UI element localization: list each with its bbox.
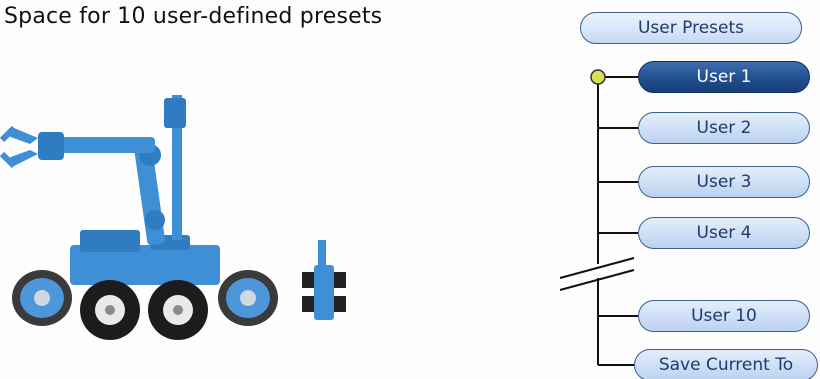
preset-user-10-button[interactable]: User 10 [638,300,810,332]
connector-dot-icon [590,69,606,85]
preset-slide: Space for 10 user-defined presets User P… [0,0,820,379]
save-current-to-button[interactable]: Save Current To [634,349,818,379]
user-presets-header-button[interactable]: User Presets [580,12,802,44]
preset-user-3-button[interactable]: User 3 [638,166,810,198]
preset-user-4-button[interactable]: User 4 [638,217,810,249]
preset-user-1-button[interactable]: User 1 [638,61,810,93]
preset-user-2-button[interactable]: User 2 [638,112,810,144]
